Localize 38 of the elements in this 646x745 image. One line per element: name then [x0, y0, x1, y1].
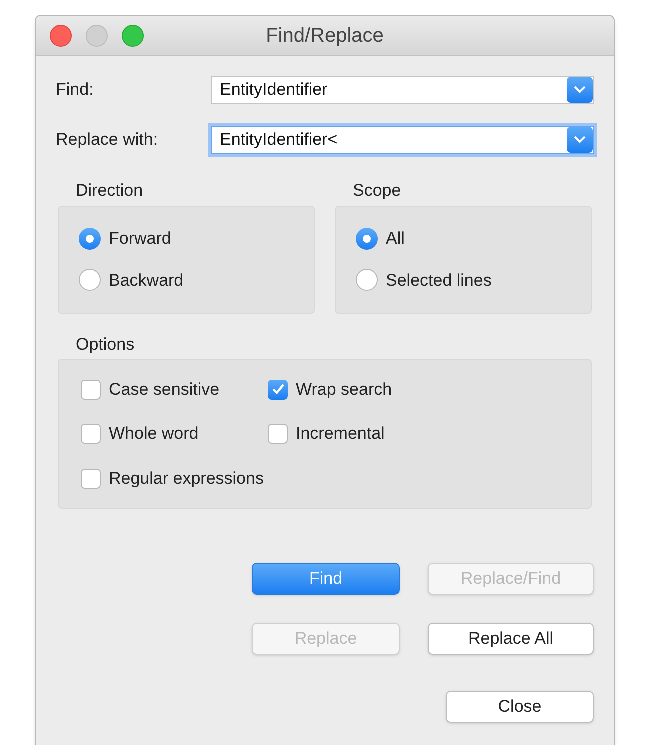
zoom-icon[interactable]	[122, 24, 144, 46]
group-title: Scope	[352, 180, 402, 202]
group-title: Options	[75, 334, 136, 356]
radio-label: All	[386, 228, 405, 250]
group-title: Direction	[75, 180, 144, 202]
checkbox[interactable]	[268, 380, 288, 400]
close-icon[interactable]	[50, 24, 72, 46]
checkbox[interactable]	[81, 424, 101, 444]
checkbox[interactable]	[268, 424, 288, 444]
field-label: Replace with:	[56, 129, 160, 152]
radio-button[interactable]	[356, 228, 378, 250]
field-value: EntityIdentifier	[219, 79, 329, 102]
dialog-button[interactable]: Replace All	[428, 623, 594, 655]
combo-field[interactable]: EntityIdentifier	[211, 76, 594, 104]
radio-button[interactable]	[79, 269, 101, 292]
combo-field[interactable]: EntityIdentifier<	[211, 126, 594, 154]
checkbox-label: Wrap search	[296, 378, 392, 401]
dialog-button[interactable]: Close	[446, 691, 594, 723]
checkbox-label: Regular expressions	[109, 468, 264, 490]
window-title: Find/Replace	[265, 24, 385, 48]
radio-label: Backward	[109, 270, 184, 292]
chevron-icon	[574, 136, 586, 144]
dropdown-button[interactable]	[567, 77, 593, 103]
radio-label: Forward	[109, 228, 172, 250]
field-value: EntityIdentifier<	[219, 129, 339, 152]
checkbox-label: Case sensitive	[109, 378, 220, 401]
minimize-icon[interactable]	[86, 24, 108, 46]
checkbox-label: Whole word	[109, 423, 199, 446]
checkmark-icon	[272, 384, 284, 395]
checkbox-label: Incremental	[296, 423, 385, 446]
dropdown-button[interactable]	[567, 127, 593, 153]
checkbox[interactable]	[81, 380, 101, 400]
checkbox[interactable]	[81, 468, 101, 488]
chevron-icon	[574, 86, 586, 94]
field-label: Find:	[56, 79, 95, 102]
radio-button[interactable]	[79, 228, 101, 250]
radio-button[interactable]	[356, 269, 378, 292]
radio-label: Selected lines	[386, 270, 492, 292]
